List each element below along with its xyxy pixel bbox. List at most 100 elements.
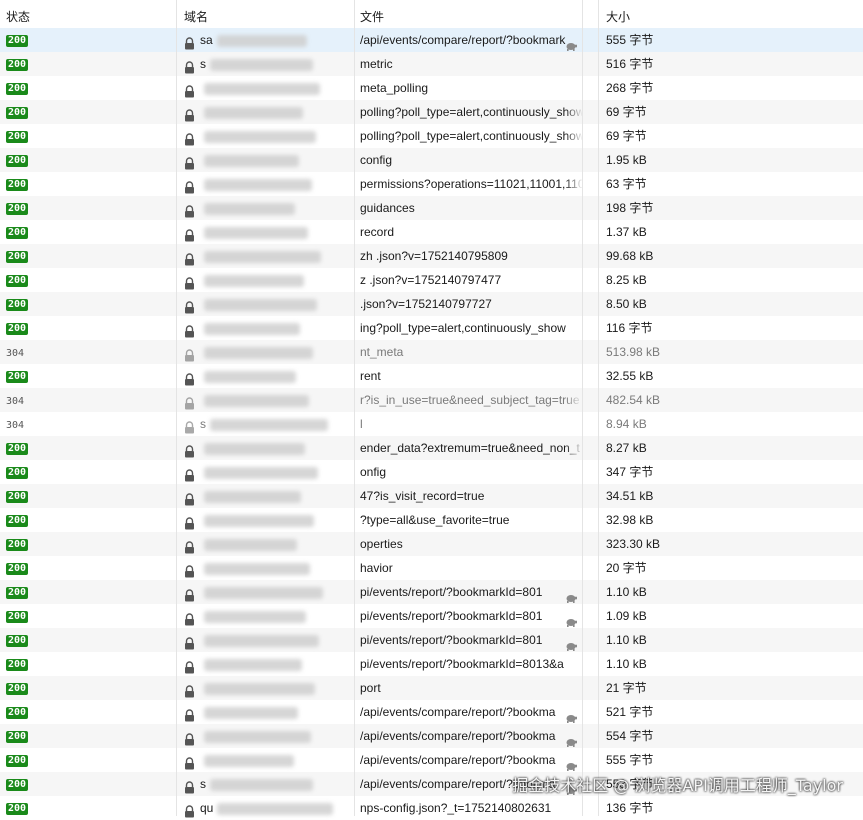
file-cell: pi/events/report/?bookmarkId=8013&a [355,652,583,676]
domain-cell [177,580,354,604]
lock-icon [184,442,195,458]
column-header-status[interactable]: 状态 [0,5,176,29]
status-badge: 200 [6,754,29,767]
status-cell: 304 [0,340,176,364]
table-row[interactable]: 200 ender_data?extremum=true&need_non_t 8.… [0,436,863,460]
status-badge: 200 [6,802,29,815]
table-row[interactable]: 200 ?type=all&use_favorite=true 32.98 kB [0,508,863,532]
status-cell: 200 [0,28,176,52]
table-row[interactable]: 200 sa/api/events/compare/report/?bookmar… [0,28,863,52]
status-badge: 304 [6,420,25,431]
redacted-domain [204,202,295,215]
status-badge: 200 [6,610,29,623]
table-row[interactable]: 200 port 21 字节 [0,676,863,700]
lock-icon [184,346,195,362]
status-badge: 200 [6,706,29,719]
table-row[interactable]: 200 record 1.37 kB [0,220,863,244]
truncation-fade [565,364,583,388]
column-header-domain[interactable]: 域名 [177,5,354,29]
status-badge: 200 [6,658,29,671]
table-row[interactable]: 200 qu nps-config.json?_t=1752140802631 136… [0,796,863,820]
table-row[interactable]: 200 rent 32.55 kB [0,364,863,388]
redacted-domain [204,610,306,623]
status-badge: 200 [6,298,29,311]
lock-icon [184,466,195,482]
table-row[interactable]: 200/api/events/compare/report/?bookma 555… [0,748,863,772]
column-header-file[interactable]: 文件 [355,5,583,29]
domain-cell: qu [177,796,354,820]
lock-icon [184,490,195,506]
truncation-fade [565,268,583,292]
file-cell: operties [355,532,583,556]
domain-cell [177,628,354,652]
status-badge: 200 [6,538,29,551]
table-row[interactable]: 200 ing?poll_type=alert,continuously_show… [0,316,863,340]
redacted-domain [204,586,323,599]
status-badge: 200 [6,154,29,167]
table-row[interactable]: 200 guidances 198 字节 [0,196,863,220]
table-row[interactable]: 200 pi/events/report/?bookmarkId=8013&a 1.… [0,652,863,676]
table-row[interactable]: 200 config 1.95 kB [0,148,863,172]
status-cell: 200 [0,652,176,676]
status-badge: 200 [6,634,29,647]
table-row[interactable]: 200 polling?poll_type=alert,continuously_… [0,124,863,148]
size-cell: 136 字节 [606,801,654,815]
table-row[interactable]: 200 z .json?v=1752140797477 8.25 kB [0,268,863,292]
file-text: guidances [360,201,415,215]
redacted-domain [204,754,294,767]
column-divider[interactable] [176,0,177,816]
file-text: metric [360,57,393,71]
file-cell: z .json?v=1752140797477 [355,268,583,292]
file-cell: l [355,412,583,436]
size-cell: 21 字节 [606,681,647,695]
column-divider[interactable] [598,0,599,816]
file-cell: guidances [355,196,583,220]
domain-cell: s [177,412,354,436]
table-row[interactable]: 200 .json?v=1752140797727 8.50 kB [0,292,863,316]
table-row[interactable]: 304 r?is_in_use=true&need_subject_tag=tru… [0,388,863,412]
table-row[interactable]: 200 polling?poll_type=alert,continuously_… [0,100,863,124]
status-badge: 200 [6,682,29,695]
redacted-domain [204,538,297,551]
domain-cell [177,508,354,532]
table-row[interactable]: 304 nt_meta 513.98 kB [0,340,863,364]
table-row[interactable]: 200/api/events/compare/report/?bookma 521… [0,700,863,724]
table-row[interactable]: 200 meta_polling 268 字节 [0,76,863,100]
table-row[interactable]: 200 47?is_visit_record=true 34.51 kB [0,484,863,508]
table-row[interactable]: 200 s metric 516 字节 [0,52,863,76]
status-badge: 200 [6,514,29,527]
status-cell: 200 [0,772,176,796]
redacted-domain [204,298,317,311]
truncation-fade [565,172,583,196]
table-row[interactable]: 200 pi/events/report/?bookmarkId=801 1.10 … [0,580,863,604]
table-row[interactable]: 200 zh .json?v=1752140795809 99.68 kB [0,244,863,268]
redacted-domain [204,730,311,743]
lock-icon [184,778,195,794]
status-badge: 200 [6,370,29,383]
file-cell: metric [355,52,583,76]
table-row[interactable]: 304 s l 8.94 kB [0,412,863,436]
table-row[interactable]: 200 operties 323.30 kB [0,532,863,556]
column-divider[interactable] [354,0,355,816]
table-row[interactable]: 200 permissions?operations=11021,11001,11… [0,172,863,196]
redacted-domain [204,562,310,575]
size-cell: 516 字节 [606,57,654,71]
table-row[interactable]: 200 havior 20 字节 [0,556,863,580]
column-header-size[interactable]: 大小 [600,5,863,29]
size-cell: 32.98 kB [606,513,654,527]
table-row[interactable]: 200 pi/events/report/?bookmarkId=801 1.09 … [0,604,863,628]
status-badge: 200 [6,130,29,143]
lock-icon [184,130,195,146]
domain-cell [177,148,354,172]
status-cell: 200 [0,196,176,220]
table-row[interactable]: 200 onfig 347 字节 [0,460,863,484]
status-badge: 200 [6,226,29,239]
lock-icon [184,58,195,74]
table-row[interactable]: 200 pi/events/report/?bookmarkId=801 1.10 … [0,628,863,652]
table-row[interactable]: 200/api/events/compare/report/?bookma 554… [0,724,863,748]
file-text: nt_meta [360,345,404,359]
size-cell: 268 字节 [606,81,654,95]
domain-text: s [200,57,206,71]
column-divider[interactable] [582,0,583,816]
file-cell: meta_polling [355,76,583,100]
